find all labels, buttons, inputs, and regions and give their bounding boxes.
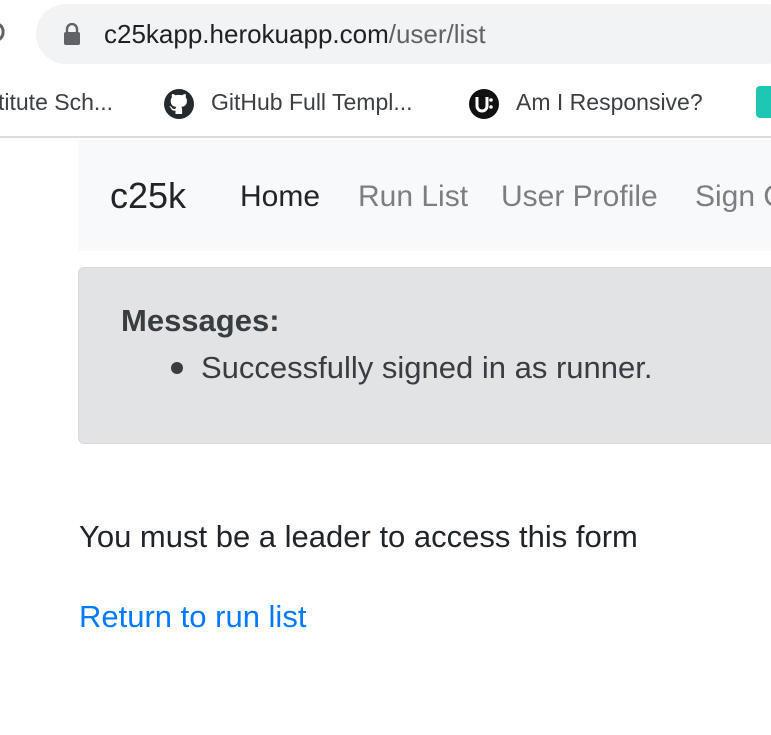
reload-icon[interactable]	[0, 18, 8, 46]
navbar-brand[interactable]: c25k	[110, 173, 186, 219]
bookmark-item[interactable]: Am I Responsive?	[468, 84, 703, 120]
access-notice: You must be a leader to access this form	[79, 519, 638, 554]
lock-icon[interactable]	[62, 22, 82, 45]
site-navbar: c25k Home Run List User Profile Sign O	[78, 140, 771, 251]
nav-link-sign-out[interactable]: Sign O	[695, 177, 771, 217]
nav-link-run-list[interactable]: Run List	[358, 177, 468, 217]
bookmark-partial-icon	[756, 86, 771, 118]
nav-link-user-profile[interactable]: User Profile	[501, 177, 658, 217]
bookmarks-bar: titute Sch... GitHub Full Templ... Am I …	[0, 70, 771, 138]
address-bar[interactable]: c25kapp.herokuapp.com/user/list	[36, 4, 771, 64]
bookmark-label: Am I Responsive?	[516, 89, 703, 115]
message-item: Successfully signed in as runner.	[201, 350, 653, 385]
messages-title: Messages:	[121, 303, 280, 338]
bookmark-item[interactable]	[756, 84, 771, 120]
amiresponsive-icon	[468, 88, 500, 120]
bookmark-item[interactable]: titute Sch...	[0, 84, 113, 120]
bookmark-item[interactable]: GitHub Full Templ...	[163, 84, 413, 120]
url-path: /user/list	[388, 19, 486, 49]
browser-toolbar: c25kapp.herokuapp.com/user/list	[0, 0, 771, 70]
github-icon	[163, 88, 195, 120]
nav-link-home[interactable]: Home	[240, 177, 320, 217]
bookmark-label: GitHub Full Templ...	[211, 89, 413, 115]
url-text[interactable]: c25kapp.herokuapp.com/user/list	[104, 18, 486, 50]
bullet-marker	[171, 362, 183, 374]
messages-alert: Messages: Successfully signed in as runn…	[78, 267, 771, 444]
bookmark-label: titute Sch...	[0, 89, 114, 115]
return-to-run-list-link[interactable]: Return to run list	[79, 597, 306, 637]
url-host: c25kapp.herokuapp.com	[104, 19, 389, 49]
